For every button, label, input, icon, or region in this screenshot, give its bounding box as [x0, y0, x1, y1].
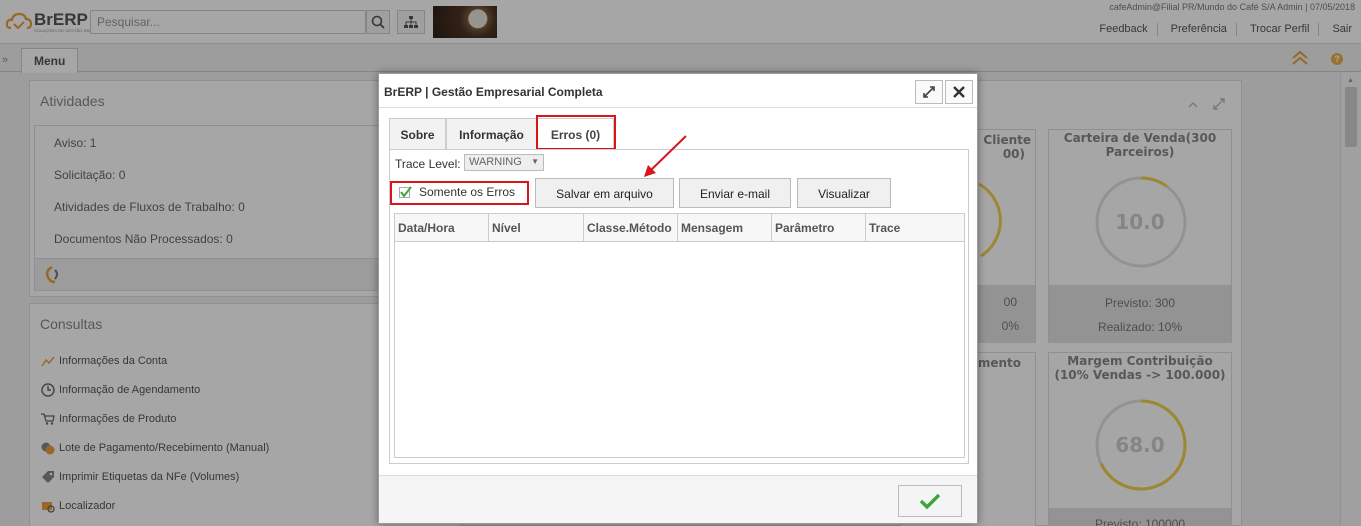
close-icon [953, 86, 965, 98]
maximize-icon [923, 86, 935, 98]
maximize-button[interactable] [915, 80, 943, 104]
highlight-box [536, 115, 616, 150]
dropdown-arrow-icon: ▼ [531, 157, 539, 166]
column-header[interactable]: Data/Hora [395, 214, 489, 242]
tab-sobre[interactable]: Sobre [389, 118, 446, 149]
trace-level-value: WARNING [469, 156, 522, 168]
ok-button[interactable] [898, 485, 962, 517]
column-header[interactable]: Nível [489, 214, 584, 242]
column-header[interactable]: Mensagem [678, 214, 772, 242]
trace-level-select[interactable]: WARNING ▼ [464, 154, 544, 171]
trace-level-label: Trace Level: [395, 157, 461, 171]
highlight-box [390, 181, 529, 205]
dialog-header: BrERP | Gestão Empresarial Completa [379, 74, 977, 108]
column-header[interactable]: Trace [866, 214, 965, 242]
view-button[interactable]: Visualizar [797, 178, 891, 208]
column-header[interactable]: Classe.Método [584, 214, 678, 242]
table-header: Data/Hora Nível Classe.Método Mensagem P… [395, 214, 964, 242]
save-to-file-button[interactable]: Salvar em arquivo [535, 178, 674, 208]
dialog-footer [379, 475, 977, 523]
errors-tab-panel: Trace Level: WARNING ▼ Somente os Erros … [389, 149, 969, 464]
close-button[interactable] [945, 80, 973, 104]
send-email-button[interactable]: Enviar e-mail [679, 178, 791, 208]
dialog-title: BrERP | Gestão Empresarial Completa [384, 85, 603, 99]
only-errors-checkbox[interactable]: Somente os Erros [390, 181, 529, 205]
tab-informacao[interactable]: Informação [446, 118, 537, 149]
check-icon [919, 493, 941, 510]
column-header[interactable]: Parâmetro [772, 214, 866, 242]
errors-table: Data/Hora Nível Classe.Método Mensagem P… [394, 213, 965, 458]
annotation-arrow [644, 135, 687, 177]
